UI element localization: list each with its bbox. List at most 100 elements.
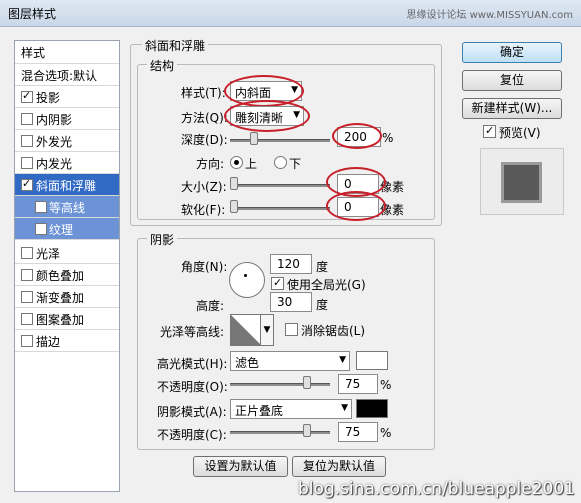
checkbox[interactable] xyxy=(35,223,47,235)
depth-input[interactable]: 200 xyxy=(337,127,381,147)
size-label: 大小(Z): xyxy=(181,180,227,194)
size-slider-thumb[interactable] xyxy=(230,177,238,190)
gloss-contour-thumbnail[interactable] xyxy=(230,314,262,346)
checkbox[interactable] xyxy=(21,291,33,303)
ok-button[interactable]: 确定 xyxy=(462,42,562,63)
angle-unit: 度 xyxy=(316,260,329,274)
direction-down-radio[interactable] xyxy=(274,156,287,169)
checkbox[interactable] xyxy=(21,89,33,103)
preview-label: 预览(V) xyxy=(499,126,541,140)
soften-input[interactable]: 0 xyxy=(337,197,379,217)
shadow-opacity-slider[interactable] xyxy=(230,431,330,434)
chevron-down-icon: ▼ xyxy=(341,403,348,413)
gloss-contour-label: 光泽等高线: xyxy=(160,325,225,339)
checkbox[interactable] xyxy=(21,247,33,259)
styles-list: 样式 混合选项:默认 投影 内阴影 外发光 内发光 斜面和浮雕 等高线 纹理 光… xyxy=(14,40,120,492)
highlight-opacity-input[interactable]: 75 xyxy=(338,374,378,394)
highlight-opacity-label: 不透明度(O): xyxy=(157,380,228,394)
global-light-label: 使用全局光(G) xyxy=(287,278,366,292)
angle-input[interactable]: 120 xyxy=(270,254,312,274)
reset-button[interactable]: 复位 xyxy=(462,70,562,91)
style-item-inner-shadow[interactable]: 内阴影 xyxy=(15,108,119,130)
checkbox[interactable] xyxy=(21,335,33,347)
style-preview xyxy=(480,148,564,215)
checkbox[interactable] xyxy=(21,135,33,147)
make-default-button[interactable]: 设置为默认值 xyxy=(193,456,288,477)
style-item-inner-glow[interactable]: 内发光 xyxy=(15,152,119,174)
soften-label: 软化(F): xyxy=(181,203,226,217)
altitude-input[interactable]: 30 xyxy=(270,292,312,312)
shadow-mode-label: 阴影模式(A): xyxy=(157,405,227,419)
bevel-emboss-title: 斜面和浮雕 xyxy=(142,37,209,54)
soften-slider-thumb[interactable] xyxy=(230,200,238,213)
depth-slider-thumb[interactable] xyxy=(250,132,258,145)
checkbox[interactable] xyxy=(21,269,33,281)
preview-checkbox[interactable] xyxy=(483,124,496,138)
size-input[interactable]: 0 xyxy=(337,174,379,194)
method-select[interactable]: 雕刻清晰 ▼ xyxy=(230,106,304,126)
direction-label: 方向: xyxy=(196,157,225,171)
altitude-unit: 度 xyxy=(316,298,329,312)
direction-down-label: 下 xyxy=(289,157,302,171)
reset-default-button[interactable]: 复位为默认值 xyxy=(292,456,386,477)
title-bar: 图层样式 思缘设计论坛 www.MISSYUAN.com xyxy=(0,0,581,27)
checkbox[interactable] xyxy=(21,177,33,191)
watermark-bottom: blog.sina.com.cn/blueapple2001 xyxy=(297,479,575,499)
preview-swatch xyxy=(501,162,542,203)
highlight-opacity-slider[interactable] xyxy=(230,383,330,386)
shadow-mode-select[interactable]: 正片叠底 ▼ xyxy=(230,399,352,419)
highlight-opacity-unit: % xyxy=(380,378,392,392)
altitude-label: 高度: xyxy=(196,299,225,313)
method-label: 方法(Q): xyxy=(181,111,228,125)
style-item-contour[interactable]: 等高线 xyxy=(15,196,119,218)
window-title: 图层样式 xyxy=(8,7,57,21)
style-item-satin[interactable]: 光泽 xyxy=(15,242,119,264)
shadow-opacity-input[interactable]: 75 xyxy=(338,422,378,442)
style-item-texture[interactable]: 纹理 xyxy=(15,218,119,240)
chevron-down-icon: ▼ xyxy=(293,110,300,120)
chevron-down-icon: ▼ xyxy=(291,85,298,95)
checkbox[interactable] xyxy=(21,313,33,325)
direction-up-radio[interactable] xyxy=(230,156,243,169)
depth-slider[interactable] xyxy=(230,139,330,142)
soften-slider[interactable] xyxy=(230,207,330,210)
style-select[interactable]: 内斜面 ▼ xyxy=(230,81,302,101)
checkbox[interactable] xyxy=(35,201,47,213)
size-slider[interactable] xyxy=(230,184,330,187)
chevron-down-icon[interactable]: ▼ xyxy=(260,314,274,346)
chevron-down-icon: ▼ xyxy=(339,355,346,365)
depth-label: 深度(D): xyxy=(181,133,228,147)
antialias-checkbox[interactable] xyxy=(285,323,298,336)
style-item-pattern-overlay[interactable]: 图案叠加 xyxy=(15,308,119,330)
style-item-stroke[interactable]: 描边 xyxy=(15,330,119,352)
depth-unit: % xyxy=(382,131,394,145)
structure-title: 结构 xyxy=(147,57,178,74)
highlight-mode-select[interactable]: 滤色 ▼ xyxy=(230,351,350,371)
style-item-drop-shadow[interactable]: 投影 xyxy=(15,86,119,108)
style-item-bevel-emboss[interactable]: 斜面和浮雕 xyxy=(15,174,119,196)
shadow-color-swatch[interactable] xyxy=(356,399,388,418)
shadow-opacity-unit: % xyxy=(380,426,392,440)
checkbox[interactable] xyxy=(21,113,33,125)
style-item-gradient-overlay[interactable]: 渐变叠加 xyxy=(15,286,119,308)
styles-list-header[interactable]: 样式 xyxy=(15,41,119,64)
watermark-top: 思缘设计论坛 www.MISSYUAN.com xyxy=(406,10,573,21)
global-light-checkbox[interactable] xyxy=(271,276,284,290)
angle-label: 角度(N): xyxy=(181,260,228,274)
highlight-opacity-thumb[interactable] xyxy=(303,376,311,389)
style-label: 样式(T): xyxy=(181,86,226,100)
style-item-outer-glow[interactable]: 外发光 xyxy=(15,130,119,152)
style-item-color-overlay[interactable]: 颜色叠加 xyxy=(15,264,119,286)
new-style-button[interactable]: 新建样式(W)... xyxy=(462,98,562,119)
angle-dial[interactable] xyxy=(229,262,265,298)
blend-options-item[interactable]: 混合选项:默认 xyxy=(15,64,119,86)
soften-unit: 像素 xyxy=(380,203,405,217)
highlight-mode-label: 高光模式(H): xyxy=(157,357,228,371)
shading-title: 阴影 xyxy=(147,231,178,248)
antialias-label: 消除锯齿(L) xyxy=(301,324,366,338)
checkbox[interactable] xyxy=(21,157,33,169)
shadow-opacity-thumb[interactable] xyxy=(303,424,311,437)
highlight-color-swatch[interactable] xyxy=(356,351,388,370)
size-unit: 像素 xyxy=(380,180,405,194)
shadow-opacity-label: 不透明度(C): xyxy=(157,428,227,442)
